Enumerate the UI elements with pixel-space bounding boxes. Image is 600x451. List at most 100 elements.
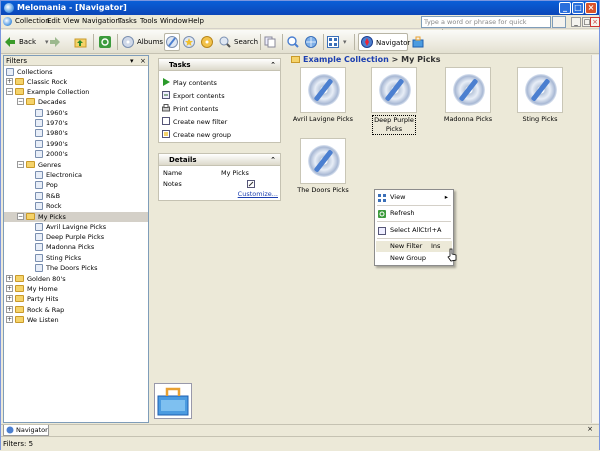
tree-expand-toggle[interactable]: + (6, 285, 13, 292)
tree-item[interactable]: + We Listen (4, 315, 148, 325)
mdi-close-button[interactable]: × (590, 17, 600, 27)
tree-item[interactable]: + Classic Rock (4, 77, 148, 87)
tree-item[interactable]: 1980's (4, 128, 148, 138)
tree-item[interactable]: − Decades (4, 97, 148, 107)
collapse-chevron-icon[interactable]: ⌃ (270, 154, 276, 166)
tree-expand-toggle[interactable]: − (17, 98, 24, 105)
quick-search-dropdown[interactable] (552, 16, 566, 28)
filters-tool-button[interactable] (164, 33, 180, 51)
close-button[interactable]: × (585, 2, 597, 14)
menu-tasks[interactable]: Tasks (118, 17, 137, 25)
refresh-button[interactable] (99, 33, 113, 51)
menu-window[interactable]: Window (160, 17, 188, 25)
tree-item[interactable]: + Golden 80's (4, 274, 148, 284)
tree-item[interactable]: Rock (4, 201, 148, 211)
tree-expand-toggle[interactable]: + (6, 78, 13, 85)
minimize-button[interactable]: _ (559, 2, 571, 14)
tree-item[interactable]: Sting Picks (4, 253, 148, 263)
filters-close-icon[interactable]: × (140, 56, 146, 66)
menu-tools[interactable]: Tools (140, 17, 157, 25)
tree-item-label: Madonna Picks (46, 243, 95, 251)
tree-item[interactable]: + Party Hits (4, 294, 148, 304)
up-folder-button[interactable] (74, 33, 88, 51)
app-menu-icon[interactable] (3, 17, 12, 26)
tree-item[interactable]: − Genres (4, 160, 148, 170)
context-select-all-item[interactable]: Select All Ctrl+A (376, 225, 452, 236)
filters-menu-icon[interactable]: ▾ (130, 56, 134, 66)
filter-item[interactable]: Avril Lavigne Picks (288, 67, 358, 142)
navigator-button[interactable]: Navigator (358, 33, 410, 51)
filter-icon (35, 223, 43, 231)
forward-button[interactable] (49, 33, 67, 51)
menu-navigation[interactable]: Navigation (82, 17, 120, 25)
folder-icon (15, 306, 24, 313)
mdi-minimize-button[interactable]: _ (571, 17, 581, 27)
tree-item-label: Rock (46, 202, 62, 210)
tree-expand-toggle[interactable]: + (6, 275, 13, 282)
back-button[interactable]: Back (4, 33, 42, 51)
quick-search-input[interactable]: Type a word or phrase for quick search (421, 16, 551, 36)
menu-edit[interactable]: Edit (47, 17, 61, 25)
copy-button[interactable] (264, 33, 278, 51)
filter-item[interactable]: The Doors Picks (288, 138, 358, 213)
tree-expand-toggle[interactable]: + (6, 306, 13, 313)
breadcrumb-parent[interactable]: Example Collection (303, 55, 389, 64)
customize-link[interactable]: Customize... (238, 190, 278, 198)
menu-view[interactable]: View (63, 17, 80, 25)
tasks-header[interactable]: Tasks ⌃ (159, 59, 280, 71)
task-play-contents[interactable]: Play contents (162, 78, 217, 88)
tab-close-icon[interactable]: × (587, 425, 593, 433)
tree-expand-toggle[interactable]: − (17, 213, 24, 220)
context-new-filter-item[interactable]: New Filter Ins (376, 241, 452, 252)
filter-item[interactable]: Sting Picks (505, 67, 575, 142)
menu-help[interactable]: Help (188, 17, 204, 25)
filter-item[interactable]: Deep Purple Picks (359, 67, 429, 142)
tab-navigator[interactable]: Navigator (3, 425, 49, 436)
tree-item[interactable]: − My Picks (4, 212, 148, 222)
context-new-group-item[interactable]: New Group (376, 253, 452, 264)
context-refresh-item[interactable]: Refresh (376, 208, 452, 219)
menu-collection[interactable]: Collection (15, 17, 50, 25)
media-tool-button[interactable] (201, 33, 215, 51)
tree-expand-toggle[interactable]: + (6, 316, 13, 323)
tree-item[interactable]: Deep Purple Picks (4, 232, 148, 242)
favorites-tool-button[interactable] (183, 33, 197, 51)
filter-item[interactable]: Madonna Picks (433, 67, 503, 142)
search-button[interactable]: Search (219, 33, 258, 51)
task-create-new-group[interactable]: Create new group (162, 130, 231, 140)
view-mode-button[interactable]: ▾ (327, 33, 351, 51)
context-view-item[interactable]: View ▸ (376, 192, 452, 203)
task-export-contents[interactable]: Export contents (162, 91, 225, 101)
tree-item[interactable]: R&B (4, 191, 148, 201)
toolbox-window-icon[interactable] (154, 383, 192, 419)
details-header[interactable]: Details ⌃ (159, 154, 280, 166)
tree-item[interactable]: Pop (4, 180, 148, 190)
tree-item[interactable]: 1960's (4, 108, 148, 118)
tree-item[interactable]: 1970's (4, 118, 148, 128)
tree-item[interactable]: The Doors Picks (4, 263, 148, 273)
collapse-chevron-icon[interactable]: ⌃ (270, 59, 276, 71)
tree-item[interactable]: − Example Collection (4, 87, 148, 97)
tree-item[interactable]: + My Home (4, 284, 148, 294)
task-create-new-filter[interactable]: Create new filter (162, 117, 227, 127)
tree-expand-toggle[interactable]: + (6, 295, 13, 302)
maximize-button[interactable]: □ (572, 2, 584, 14)
web-button[interactable] (305, 33, 319, 51)
tree-item[interactable]: Avril Lavigne Picks (4, 222, 148, 232)
tree-expand-toggle[interactable]: − (17, 161, 24, 168)
content-scrollbar[interactable] (591, 55, 599, 423)
tree-item[interactable]: 1990's (4, 139, 148, 149)
tree-item[interactable]: + Rock & Rap (4, 305, 148, 315)
zoom-button[interactable] (287, 33, 301, 51)
context-new-group-label: New Group (390, 254, 427, 262)
tree-item[interactable]: Electronica (4, 170, 148, 180)
forward-arrow-icon (50, 37, 60, 47)
albums-button[interactable]: Albums (122, 33, 163, 51)
tree-item[interactable]: 2000's (4, 149, 148, 159)
tree-item[interactable]: Madonna Picks (4, 242, 148, 252)
task-label: Create new group (173, 131, 232, 139)
tree-item[interactable]: Collections (4, 67, 148, 77)
task-print-contents[interactable]: Print contents (162, 104, 218, 114)
tree-expand-toggle[interactable]: − (6, 88, 13, 95)
toolbox-button[interactable] (412, 33, 426, 51)
